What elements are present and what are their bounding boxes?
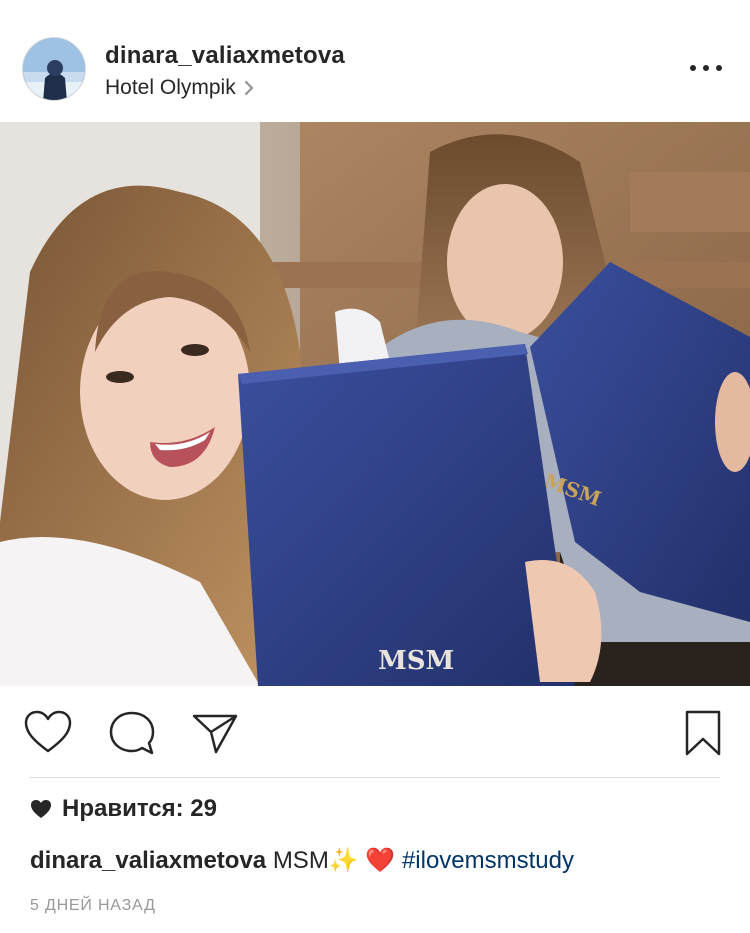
- comment-bubble-icon[interactable]: [107, 708, 157, 758]
- post-header: dinara_valiaxmetova Hotel Olympik: [0, 0, 750, 122]
- heart-filled-icon: [31, 800, 51, 818]
- chevron-right-icon: [244, 81, 253, 95]
- likes-label: Нравится: 29: [62, 795, 217, 822]
- caption: dinara_valiaxmetova MSM✨ ❤️ #ilovemsmstu…: [30, 846, 574, 875]
- divider: [30, 777, 720, 778]
- more-options-button[interactable]: [690, 56, 722, 80]
- photo-image: MSM MSM: [0, 122, 750, 686]
- location-link[interactable]: Hotel Olympik: [105, 76, 254, 100]
- instagram-post: dinara_valiaxmetova Hotel Olympik MSM MS…: [0, 0, 750, 933]
- folder-logo-front: MSM: [378, 646, 454, 676]
- bookmark-icon[interactable]: [678, 708, 728, 758]
- caption-username[interactable]: dinara_valiaxmetova: [30, 847, 266, 874]
- more-dots-icon: [690, 65, 696, 71]
- action-bar: [0, 686, 750, 778]
- paper-plane-icon[interactable]: [190, 708, 240, 758]
- hashtag-link[interactable]: #ilovemsmstudy: [402, 847, 574, 874]
- red-heart-icon: ❤️: [365, 847, 396, 874]
- post-timestamp: 5 ДНЕЙ НАЗАД: [30, 897, 156, 914]
- avatar[interactable]: [22, 37, 86, 101]
- caption-text: MSM: [272, 847, 329, 874]
- heart-outline-icon[interactable]: [23, 708, 73, 758]
- sparkles-icon: ✨: [328, 847, 359, 874]
- likes-count[interactable]: Нравится: 29: [30, 795, 217, 823]
- post-photo[interactable]: MSM MSM: [0, 122, 750, 686]
- username[interactable]: dinara_valiaxmetova: [105, 42, 345, 70]
- location-label: Hotel Olympik: [105, 76, 236, 99]
